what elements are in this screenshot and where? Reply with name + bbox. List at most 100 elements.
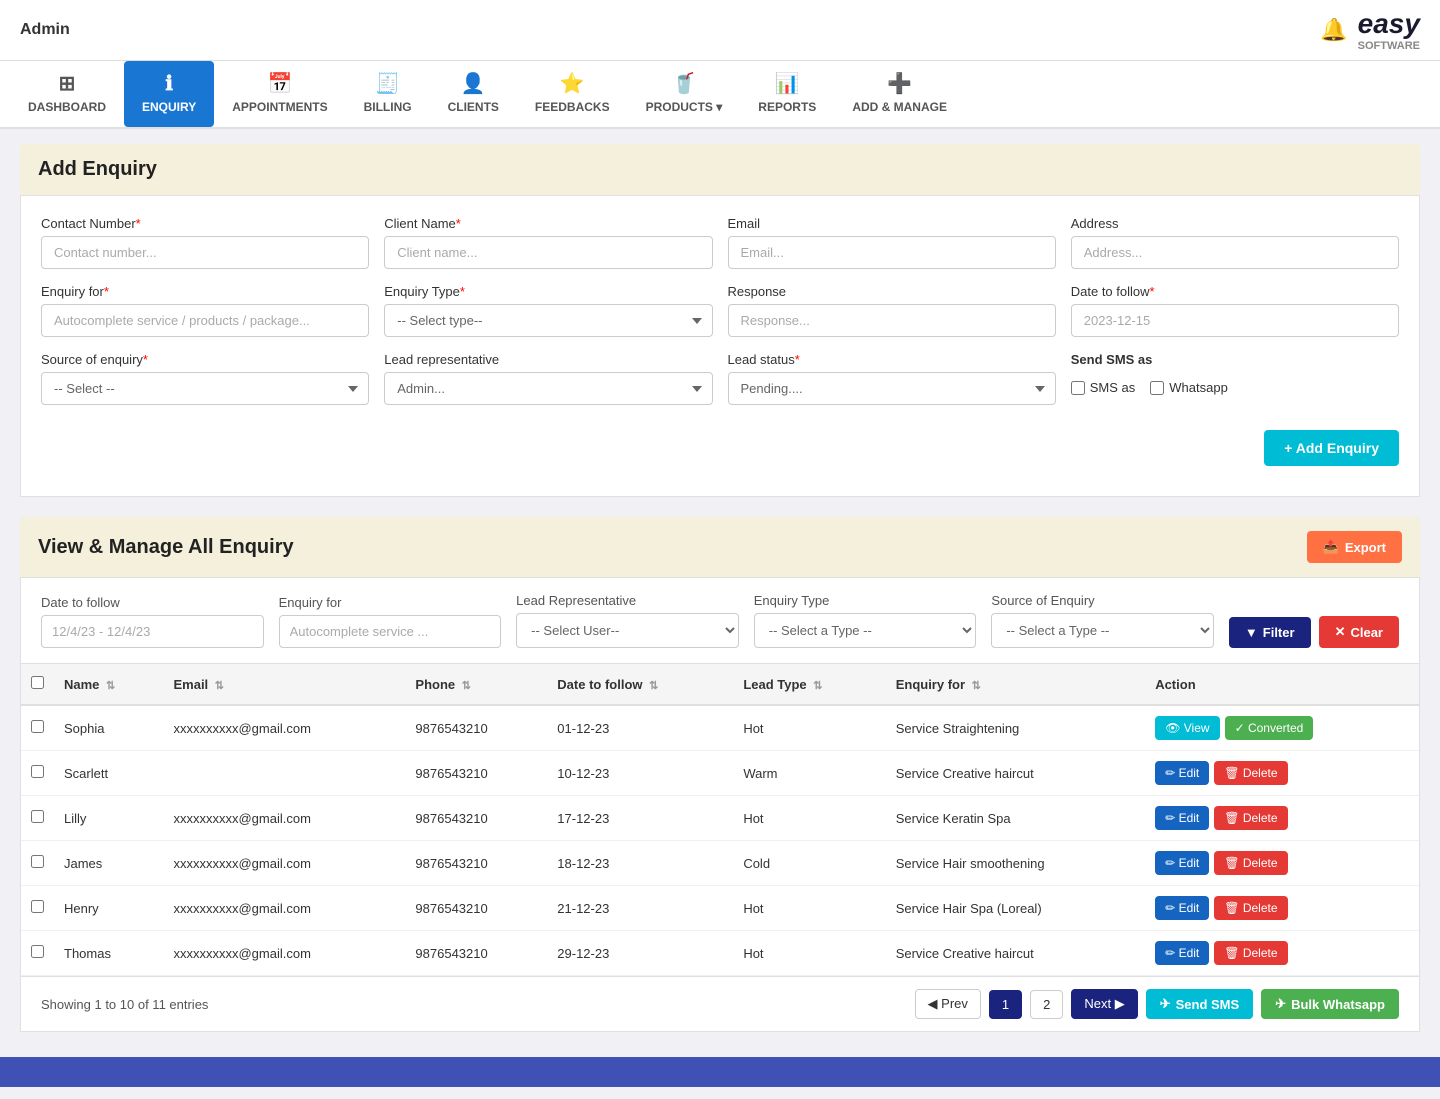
- row-checkbox-3[interactable]: [31, 855, 44, 868]
- edit-button[interactable]: ✏ Edit: [1155, 851, 1209, 875]
- add-enquiry-title: Add Enquiry: [38, 158, 1402, 181]
- nav-bar: ⊞ DASHBOARD ℹ ENQUIRY 📅 APPOINTMENTS 🧾 B…: [0, 61, 1440, 129]
- edit-button[interactable]: ✏ Edit: [1155, 896, 1209, 920]
- enquiry-table: Name ⇅ Email ⇅ Phone ⇅ Date to follow ⇅ …: [21, 664, 1419, 976]
- bulk-whatsapp-button[interactable]: ✈ Bulk Whatsapp: [1261, 989, 1399, 1019]
- form-row-2: Enquiry for* Enquiry Type* -- Select typ…: [41, 284, 1399, 337]
- export-button[interactable]: 📤 Export: [1307, 531, 1402, 563]
- clients-icon: 👤: [461, 71, 486, 96]
- filter-date-input[interactable]: [41, 615, 264, 648]
- row-checkbox-0[interactable]: [31, 720, 44, 733]
- nav-dashboard-label: DASHBOARD: [28, 100, 106, 114]
- table-row: Lillyxxxxxxxxxx@gmail.com987654321017-12…: [21, 796, 1419, 841]
- cell-lead_type-2: Hot: [733, 796, 885, 841]
- nav-billing-label: BILLING: [364, 100, 412, 114]
- row-checkbox-2[interactable]: [31, 810, 44, 823]
- nav-clients[interactable]: 👤 CLIENTS: [430, 61, 517, 127]
- nav-add-manage[interactable]: ➕ ADD & MANAGE: [834, 61, 965, 127]
- whatsapp-option[interactable]: Whatsapp: [1150, 380, 1228, 395]
- cell-email-0: xxxxxxxxxx@gmail.com: [163, 705, 405, 751]
- lead-rep-select[interactable]: Admin...: [384, 372, 712, 405]
- col-phone[interactable]: Phone ⇅: [405, 664, 547, 705]
- add-enquiry-header: Add Enquiry: [20, 144, 1420, 195]
- cell-email-3: xxxxxxxxxx@gmail.com: [163, 841, 405, 886]
- action-cell-1: ✏ Edit🗑 Delete: [1145, 751, 1419, 796]
- cell-phone-3: 9876543210: [405, 841, 547, 886]
- nav-reports[interactable]: 📊 REPORTS: [740, 61, 834, 127]
- nav-feedbacks[interactable]: ⭐ FEEDBACKS: [517, 61, 628, 127]
- sms-as-option[interactable]: SMS as: [1071, 380, 1136, 395]
- edit-button[interactable]: ✏ Edit: [1155, 941, 1209, 965]
- prev-button[interactable]: ◀ Prev: [915, 989, 981, 1019]
- col-date-to-follow[interactable]: Date to follow ⇅: [547, 664, 733, 705]
- bell-icon[interactable]: 🔔: [1320, 17, 1347, 43]
- cell-enquiry_for-5: Service Creative haircut: [886, 931, 1145, 976]
- nav-enquiry[interactable]: ℹ ENQUIRY: [124, 61, 214, 127]
- edit-button[interactable]: ✏ Edit: [1155, 806, 1209, 830]
- source-enquiry-label: Source of enquiry*: [41, 352, 369, 367]
- col-lead-type[interactable]: Lead Type ⇅: [733, 664, 885, 705]
- lead-status-select[interactable]: Pending....: [728, 372, 1056, 405]
- lead-type-sort-icon: ⇅: [813, 680, 822, 692]
- row-checkbox-5[interactable]: [31, 945, 44, 958]
- cell-name-3: James: [54, 841, 163, 886]
- filter-enquiry-for-input[interactable]: [279, 615, 502, 648]
- col-name[interactable]: Name ⇅: [54, 664, 163, 705]
- enquiry-type-select[interactable]: -- Select type--: [384, 304, 712, 337]
- nav-appointments[interactable]: 📅 APPOINTMENTS: [214, 61, 345, 127]
- reports-icon: 📊: [775, 71, 800, 96]
- whatsapp-checkbox[interactable]: [1150, 381, 1164, 395]
- client-name-input[interactable]: [384, 236, 712, 269]
- enquiry-for-sort-icon: ⇅: [972, 680, 981, 692]
- converted-button[interactable]: ✓ Converted: [1225, 716, 1314, 740]
- contact-number-input[interactable]: [41, 236, 369, 269]
- row-checkbox-1[interactable]: [31, 765, 44, 778]
- delete-button[interactable]: 🗑 Delete: [1214, 806, 1287, 830]
- nav-add-manage-label: ADD & MANAGE: [852, 100, 947, 114]
- filter-lead-rep-select[interactable]: -- Select User--: [516, 613, 739, 648]
- export-icon: 📤: [1323, 539, 1339, 555]
- enquiry-for-input[interactable]: [41, 304, 369, 337]
- source-enquiry-select[interactable]: -- Select --: [41, 372, 369, 405]
- phone-sort-icon: ⇅: [462, 680, 471, 692]
- delete-button[interactable]: 🗑 Delete: [1214, 896, 1287, 920]
- col-email[interactable]: Email ⇅: [163, 664, 405, 705]
- clear-button[interactable]: ✕ Clear: [1319, 616, 1399, 648]
- col-enquiry-for[interactable]: Enquiry for ⇅: [886, 664, 1145, 705]
- nav-dashboard[interactable]: ⊞ DASHBOARD: [10, 61, 124, 127]
- appointments-icon: 📅: [267, 71, 292, 96]
- filter-area: Date to follow Enquiry for Lead Represen…: [20, 577, 1420, 664]
- filter-enquiry-type-select[interactable]: -- Select a Type --: [754, 613, 977, 648]
- date-to-follow-label: Date to follow*: [1071, 284, 1399, 299]
- response-label: Response: [728, 284, 1056, 299]
- page-2-button[interactable]: 2: [1030, 990, 1063, 1019]
- add-enquiry-button[interactable]: + Add Enquiry: [1264, 430, 1399, 466]
- email-input[interactable]: [728, 236, 1056, 269]
- delete-button[interactable]: 🗑 Delete: [1214, 761, 1287, 785]
- email-sort-icon: ⇅: [215, 680, 224, 692]
- response-input[interactable]: [728, 304, 1056, 337]
- next-page-button[interactable]: Next ▶: [1071, 989, 1137, 1019]
- page-1-button[interactable]: 1: [989, 990, 1022, 1019]
- delete-button[interactable]: 🗑 Delete: [1214, 851, 1287, 875]
- view-button[interactable]: 👁 View: [1155, 716, 1219, 740]
- select-all-checkbox[interactable]: [31, 676, 44, 689]
- lead-rep-group: Lead representative Admin...: [384, 352, 712, 405]
- delete-button[interactable]: 🗑 Delete: [1214, 941, 1287, 965]
- row-checkbox-4[interactable]: [31, 900, 44, 913]
- sms-as-checkbox[interactable]: [1071, 381, 1085, 395]
- nav-products[interactable]: 🥤 PRODUCTS ▾: [628, 61, 741, 127]
- address-input[interactable]: [1071, 236, 1399, 269]
- name-sort-icon: ⇅: [106, 680, 115, 692]
- date-to-follow-input[interactable]: [1071, 304, 1399, 337]
- send-sms-button[interactable]: ✈ Send SMS: [1146, 989, 1253, 1019]
- filter-source-select[interactable]: -- Select a Type --: [991, 613, 1214, 648]
- nav-billing[interactable]: 🧾 BILLING: [346, 61, 430, 127]
- cell-lead_type-1: Warm: [733, 751, 885, 796]
- logo-software: SOFTWARE: [1358, 40, 1420, 52]
- filter-button[interactable]: ▼ Filter: [1229, 617, 1311, 648]
- edit-button[interactable]: ✏ Edit: [1155, 761, 1209, 785]
- action-cell-5: ✏ Edit🗑 Delete: [1145, 931, 1419, 976]
- cell-name-2: Lilly: [54, 796, 163, 841]
- cell-date_to_follow-2: 17-12-23: [547, 796, 733, 841]
